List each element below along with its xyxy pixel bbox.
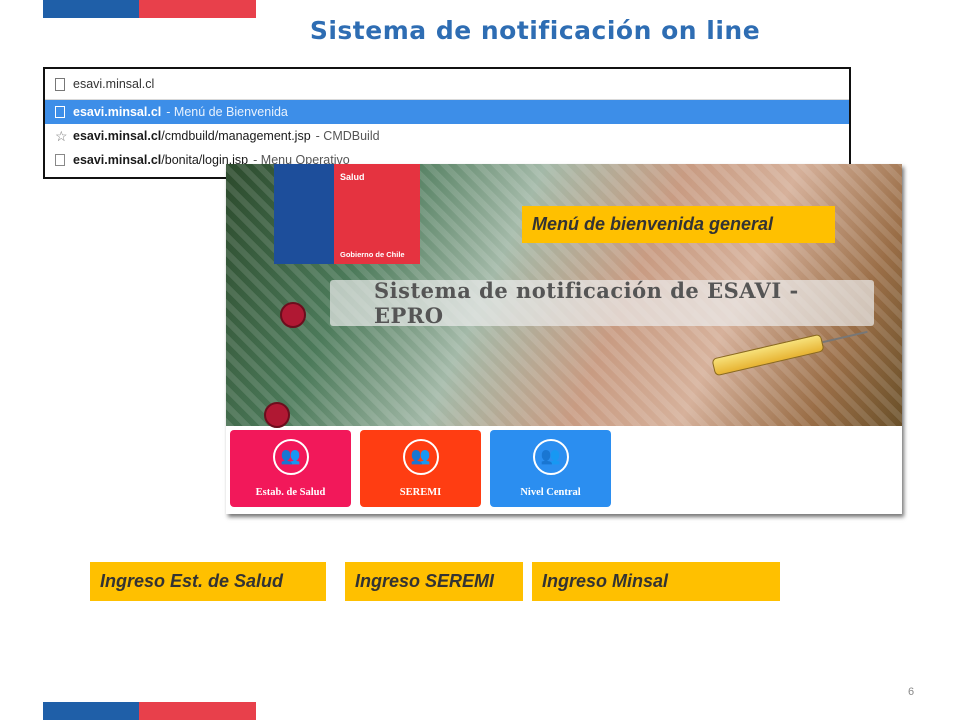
syringe-image (711, 333, 825, 377)
tile-seremi[interactable]: 👥 SEREMI (360, 430, 481, 507)
suggestion-row[interactable]: ☆ esavi.minsal.cl /cmdbuild/management.j… (45, 124, 849, 148)
suggestion-description: - CMDBuild (315, 129, 380, 143)
star-icon: ☆ (55, 128, 68, 144)
flag-red-block (139, 702, 256, 720)
callout-ingreso-seremi: Ingreso SEREMI (345, 562, 523, 601)
needle-image (822, 330, 868, 344)
callout-ingreso-salud: Ingreso Est. de Salud (90, 562, 326, 601)
users-icon: 👥 (272, 439, 309, 475)
suggestion-domain: esavi.minsal.cl (73, 129, 162, 143)
slide-title: Sistema de notificación on line (309, 16, 761, 45)
page-icon (55, 106, 65, 118)
page-icon (55, 154, 65, 166)
browser-address-dropdown: esavi.minsal.cl esavi.minsal.cl - Menú d… (43, 67, 851, 179)
address-input[interactable]: esavi.minsal.cl (73, 77, 154, 91)
decor-button (264, 402, 290, 428)
logo-gobierno-text: Gobierno de Chile (340, 250, 405, 259)
suggestion-domain: esavi.minsal.cl (73, 153, 162, 167)
flag-blue-block (43, 702, 139, 720)
suggestion-row[interactable]: esavi.minsal.cl - Menú de Bienvenida (45, 100, 849, 124)
tile-estab-salud[interactable]: 👥 Estab. de Salud (230, 430, 351, 507)
address-bar[interactable]: esavi.minsal.cl (45, 69, 849, 100)
gobierno-logo: Salud Gobierno de Chile (274, 164, 420, 264)
callout-menu-bienvenida: Menú de bienvenida general (522, 206, 835, 243)
page-number: 6 (908, 686, 915, 698)
logo-blue (274, 164, 334, 264)
tile-nivel-central[interactable]: 👥 Nivel Central (490, 430, 611, 507)
logo-red: Salud Gobierno de Chile (334, 164, 420, 264)
callout-ingreso-minsal: Ingreso Minsal (532, 562, 780, 601)
tile-label: SEREMI (399, 487, 442, 498)
logo-salud-text: Salud (340, 172, 365, 182)
suggestion-domain: esavi.minsal.cl (73, 105, 162, 119)
access-tiles: 👥 Estab. de Salud 👥 SEREMI 👥 Nivel Centr… (230, 430, 620, 507)
users-icon: 👥 (402, 439, 439, 475)
tile-label: Estab. de Salud (255, 487, 326, 498)
suggestion-description: - Menú de Bienvenida (166, 105, 288, 119)
decor-button (280, 302, 306, 328)
users-icon: 👥 (532, 439, 569, 475)
page-icon (55, 77, 65, 91)
bottom-flag-bar (43, 702, 256, 720)
suggestion-path: /cmdbuild/management.jsp (161, 129, 311, 143)
tile-label: Nivel Central (520, 487, 581, 498)
system-banner: Sistema de notificación de ESAVI - EPRO (330, 278, 874, 328)
